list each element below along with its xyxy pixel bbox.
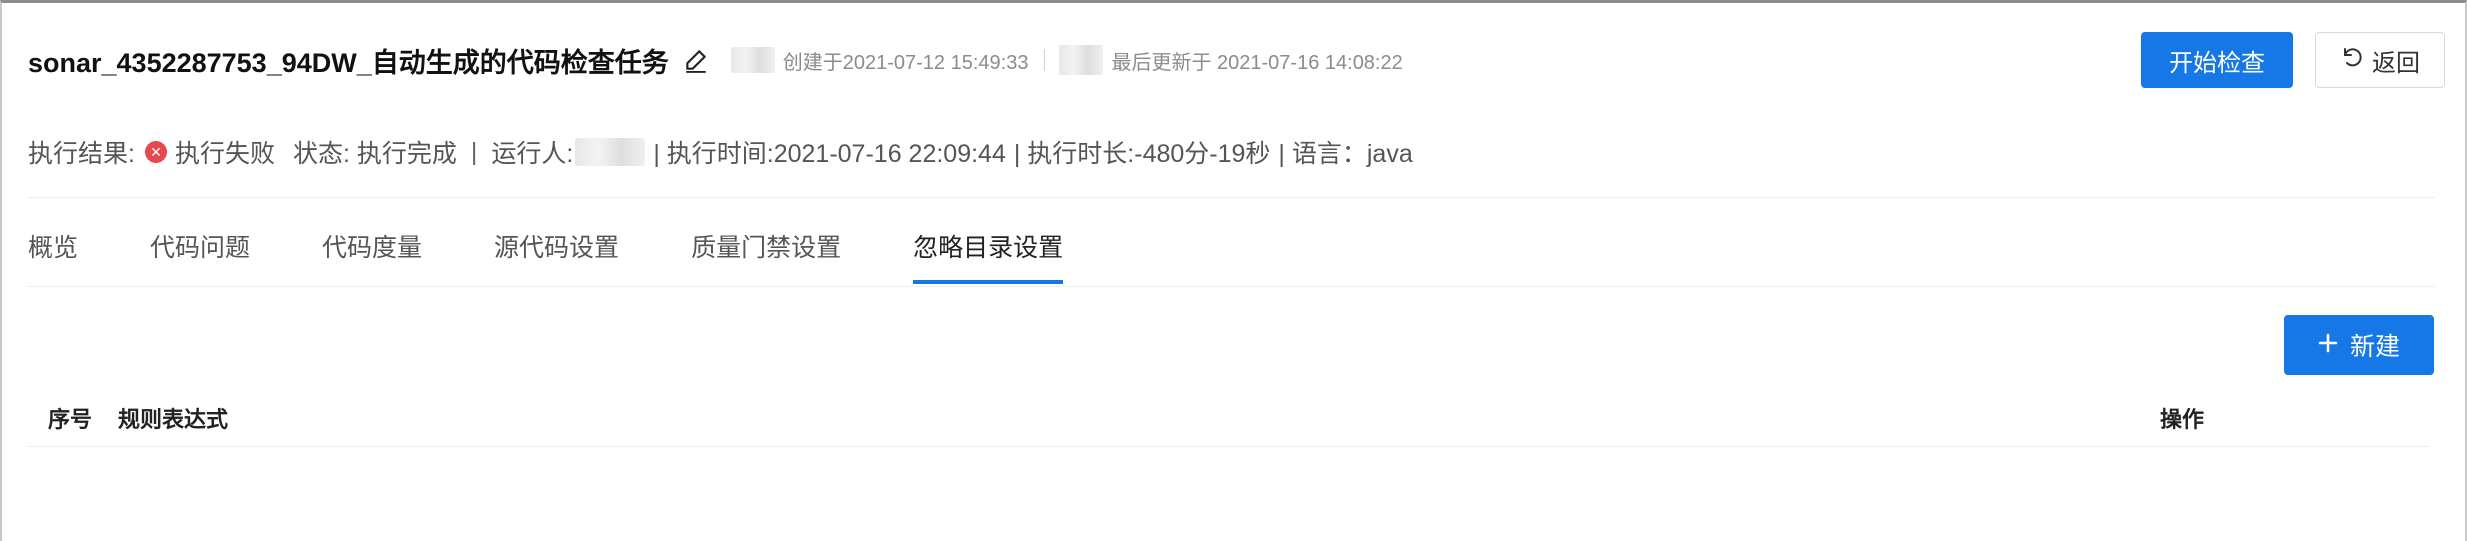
info-divider bbox=[28, 197, 2435, 198]
task-header: sonar_4352287753_94DW_自动生成的代码检查任务 创建于202… bbox=[28, 29, 2445, 91]
runner-label: 运行人: bbox=[491, 140, 574, 168]
column-header-actions: 操作 bbox=[2160, 406, 2205, 432]
ignore-rules-table-header: 序号 规则表达式 操作 bbox=[28, 389, 2430, 447]
execution-info: 执行结果: ✕ 执行失败 状态: 执行完成 | 运行人: | 执行时间:2021… bbox=[28, 127, 2435, 177]
fail-x-icon: ✕ bbox=[144, 141, 167, 163]
updater-avatar-blurred bbox=[1059, 45, 1104, 75]
back-button-label: 返回 bbox=[2372, 49, 2420, 77]
column-header-rule: 规则表达式 bbox=[118, 406, 229, 432]
tab-code-issues[interactable]: 代码问题 bbox=[150, 218, 250, 284]
info-separator: | bbox=[470, 137, 478, 166]
back-button[interactable]: 返回 bbox=[2315, 32, 2445, 88]
start-check-button[interactable]: 开始检查 bbox=[2141, 32, 2293, 88]
runner-name-blurred bbox=[575, 138, 646, 166]
new-rule-button[interactable]: 新建 bbox=[2284, 315, 2434, 375]
plus-icon bbox=[2318, 331, 2338, 360]
tab-code-metrics[interactable]: 代码度量 bbox=[322, 218, 422, 284]
tab-quality-gate-settings[interactable]: 质量门禁设置 bbox=[691, 218, 841, 284]
result-value: 执行失败 bbox=[174, 140, 275, 168]
page-frame: sonar_4352287753_94DW_自动生成的代码检查任务 创建于202… bbox=[0, 0, 2467, 541]
tab-bar: 概览 代码问题 代码度量 源代码设置 质量门禁设置 忽略目录设置 bbox=[28, 218, 1135, 284]
exec-time: | 执行时间:2021-07-16 22:09:44 bbox=[653, 140, 1006, 168]
task-title: sonar_4352287753_94DW_自动生成的代码检查任务 bbox=[28, 47, 669, 78]
column-header-seq: 序号 bbox=[48, 406, 93, 432]
created-time: 创建于2021-07-12 15:49:33 bbox=[782, 51, 1029, 74]
tab-ignore-dir-settings[interactable]: 忽略目录设置 bbox=[913, 218, 1064, 284]
exec-duration: | 执行时长:-480分-19秒 bbox=[1013, 140, 1271, 168]
edit-pencil-icon[interactable] bbox=[683, 45, 713, 75]
creator-avatar-blurred bbox=[730, 47, 775, 73]
tab-source-settings[interactable]: 源代码设置 bbox=[494, 218, 619, 284]
new-button-label: 新建 bbox=[2349, 333, 2400, 361]
tabs-divider bbox=[28, 286, 2435, 287]
tab-overview[interactable]: 概览 bbox=[28, 218, 78, 284]
language: | 语言：java bbox=[1278, 140, 1413, 168]
header-actions: 开始检查 返回 bbox=[2141, 32, 2445, 88]
updated-time: 最后更新于 2021-07-16 14:08:22 bbox=[1111, 51, 1403, 74]
status-text: 状态: 执行完成 bbox=[292, 140, 457, 168]
result-label: 执行结果: bbox=[28, 140, 135, 168]
undo-arrow-icon bbox=[2340, 45, 2364, 76]
meta-divider bbox=[1044, 49, 1046, 71]
